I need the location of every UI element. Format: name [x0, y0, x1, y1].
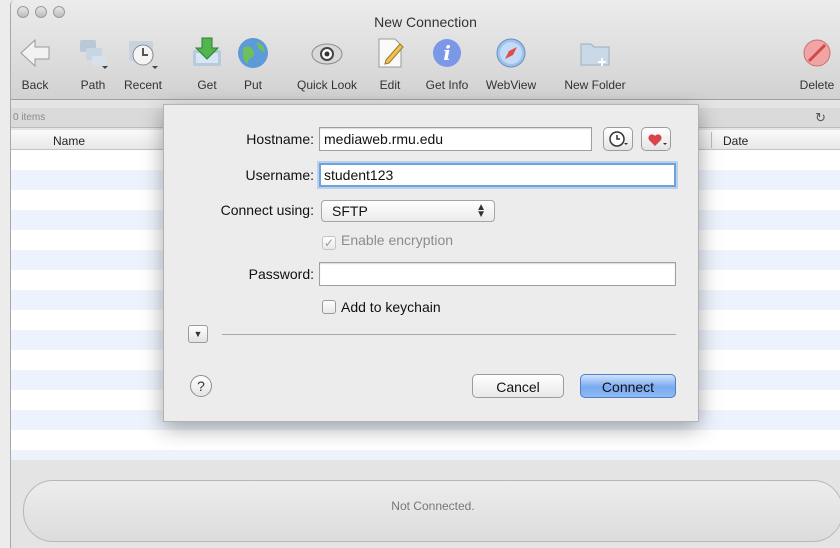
encryption-label: Enable encryption	[341, 232, 454, 248]
toolbar: Back Path Recent Get Put Quick Look Edit…	[11, 34, 840, 98]
compass-icon	[494, 36, 528, 70]
help-icon: ?	[197, 378, 205, 394]
put-button[interactable]: Put	[233, 36, 273, 92]
path-button[interactable]: Path	[73, 36, 113, 92]
keychain-checkbox[interactable]	[322, 300, 336, 314]
new-connection-sheet: Hostname: Username: Connect using: SFTP …	[163, 104, 699, 422]
webview-label: WebView	[485, 78, 537, 92]
get-label: Get	[197, 78, 217, 92]
back-button[interactable]: Back	[15, 36, 55, 92]
recent-hosts-button[interactable]	[603, 127, 633, 151]
keychain-label: Add to keychain	[341, 299, 441, 315]
new-folder-icon	[578, 36, 612, 70]
encryption-checkbox: ✓	[322, 236, 336, 250]
column-divider	[711, 132, 712, 148]
title-bar: New Connection Back Path Recent Get Put …	[11, 0, 840, 100]
path-label: Path	[80, 78, 106, 92]
recent-label: Recent	[123, 78, 163, 92]
info-icon: i	[430, 36, 464, 70]
encryption-option: ✓ Enable encryption	[322, 232, 453, 250]
get-info-button[interactable]: i Get Info	[419, 36, 475, 92]
column-name[interactable]: Name	[53, 134, 85, 148]
connection-status: Not Connected.	[391, 499, 475, 513]
password-label: Password:	[248, 266, 314, 282]
svg-text:i: i	[443, 41, 451, 65]
hostname-label: Hostname:	[246, 131, 314, 147]
column-date[interactable]: Date	[723, 134, 748, 148]
password-field[interactable]	[319, 262, 676, 286]
separator	[222, 334, 676, 335]
edit-pencil-icon	[373, 36, 407, 70]
edit-label: Edit	[379, 78, 401, 92]
put-label: Put	[243, 78, 262, 92]
quick-look-button[interactable]: Quick Look	[289, 36, 365, 92]
back-label: Back	[21, 78, 49, 92]
path-icon	[76, 36, 110, 70]
get-download-icon	[190, 36, 224, 70]
disclosure-triangle-icon: ▼	[193, 329, 203, 339]
item-count: 0 items	[13, 112, 46, 123]
connection-status-bar: Not Connected.	[23, 480, 840, 542]
window-title: New Connection	[374, 14, 477, 30]
new-folder-label: New Folder	[564, 78, 626, 92]
delete-icon	[800, 36, 834, 70]
eye-icon	[310, 36, 344, 70]
back-arrow-icon	[18, 36, 52, 70]
favorites-button[interactable]	[641, 127, 671, 151]
protocol-value: SFTP	[332, 203, 368, 219]
connect-using-label: Connect using:	[220, 202, 314, 218]
heart-icon	[648, 134, 667, 146]
username-field[interactable]	[319, 163, 676, 187]
clock-icon	[609, 131, 628, 147]
webview-button[interactable]: WebView	[481, 36, 541, 92]
delete-button[interactable]: Delete	[795, 36, 839, 92]
help-button[interactable]: ?	[190, 375, 212, 397]
put-globe-icon	[236, 36, 270, 70]
protocol-select[interactable]: SFTP ▲ ▼	[321, 200, 495, 222]
get-button[interactable]: Get	[187, 36, 227, 92]
new-folder-button[interactable]: New Folder	[557, 36, 633, 92]
username-label: Username:	[245, 167, 314, 183]
recent-button[interactable]: Recent	[121, 36, 165, 92]
keychain-option[interactable]: Add to keychain	[322, 299, 441, 315]
cancel-button[interactable]: Cancel	[472, 374, 564, 398]
recent-clock-icon	[126, 36, 160, 70]
quick-look-label: Quick Look	[296, 78, 358, 92]
more-options-disclosure[interactable]: ▼	[188, 325, 208, 343]
delete-label: Delete	[799, 78, 835, 92]
edit-button[interactable]: Edit	[373, 36, 407, 92]
connect-button[interactable]: Connect	[580, 374, 676, 398]
get-info-label: Get Info	[425, 78, 469, 92]
hostname-field[interactable]	[319, 127, 592, 151]
select-arrows-icon: ▲ ▼	[476, 202, 486, 220]
refresh-icon[interactable]: ↻	[815, 110, 826, 126]
